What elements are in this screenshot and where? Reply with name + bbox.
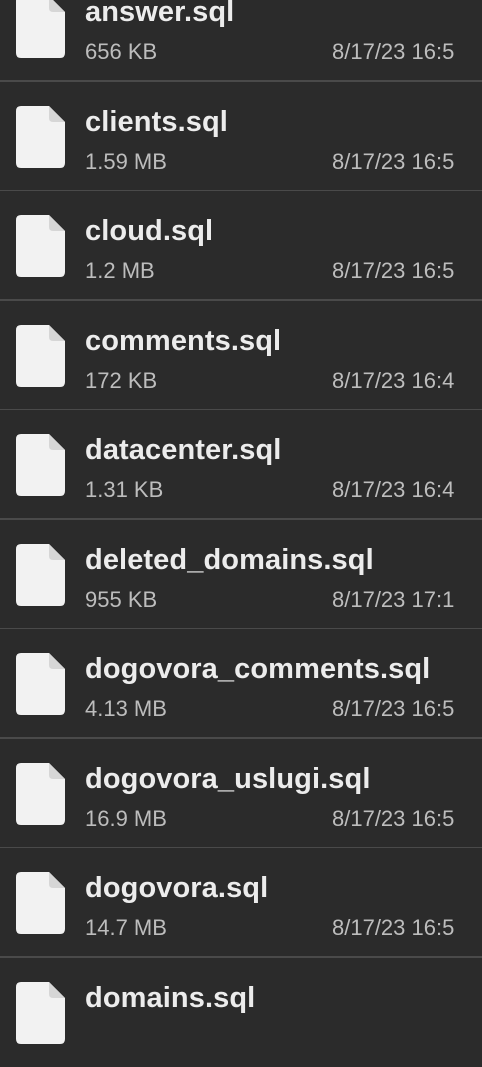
file-date: 8/17/23 16:4 [332, 477, 454, 503]
file-document-icon [16, 544, 65, 606]
file-name: dogovora_uslugi.sql [85, 763, 371, 796]
file-date: 8/17/23 17:1 [332, 587, 454, 613]
file-size: 955 KB [85, 587, 157, 613]
file-size: 14.7 MB [85, 915, 167, 941]
file-size: 656 KB [85, 39, 157, 65]
file-size: 1.59 MB [85, 149, 167, 175]
file-name: domains.sql [85, 982, 255, 1015]
file-row-dogovora-sql[interactable]: dogovora.sql 14.7 MB 8/17/23 16:5 [0, 848, 482, 958]
file-date: 8/17/23 16:5 [332, 696, 454, 722]
file-date: 8/17/23 16:5 [332, 258, 454, 284]
file-row-comments-sql[interactable]: comments.sql 172 KB 8/17/23 16:4 [0, 301, 482, 411]
file-document-icon [16, 653, 65, 715]
file-row-clients-sql[interactable]: clients.sql 1.59 MB 8/17/23 16:5 [0, 82, 482, 192]
file-name: answer.sql [85, 0, 234, 29]
file-document-icon [16, 325, 65, 387]
file-document-icon [16, 106, 65, 168]
file-date: 8/17/23 16:5 [332, 806, 454, 832]
file-document-icon [16, 434, 65, 496]
file-document-icon [16, 0, 65, 58]
file-date: 8/17/23 16:4 [332, 368, 454, 394]
file-row-domains-sql[interactable]: domains.sql [0, 958, 482, 1067]
file-date: 8/17/23 16:5 [332, 149, 454, 175]
file-row-dogovora-comments-sql[interactable]: dogovora_comments.sql 4.13 MB 8/17/23 16… [0, 629, 482, 739]
file-name: deleted_domains.sql [85, 544, 374, 577]
file-date: 8/17/23 16:5 [332, 39, 454, 65]
file-row-answer-sql[interactable]: answer.sql 656 KB 8/17/23 16:5 [0, 0, 482, 82]
file-row-datacenter-sql[interactable]: datacenter.sql 1.31 KB 8/17/23 16:4 [0, 410, 482, 520]
file-name: datacenter.sql [85, 434, 281, 467]
file-size: 172 KB [85, 368, 157, 394]
file-size: 1.31 KB [85, 477, 163, 503]
file-document-icon [16, 982, 65, 1044]
file-name: dogovora_comments.sql [85, 653, 430, 686]
file-row-dogovora-uslugi-sql[interactable]: dogovora_uslugi.sql 16.9 MB 8/17/23 16:5 [0, 739, 482, 849]
file-document-icon [16, 215, 65, 277]
file-size: 16.9 MB [85, 806, 167, 832]
file-name: clients.sql [85, 106, 228, 139]
file-document-icon [16, 872, 65, 934]
file-name: comments.sql [85, 325, 281, 358]
file-list: answer.sql 656 KB 8/17/23 16:5 clients.s… [0, 0, 482, 1067]
file-size: 1.2 MB [85, 258, 155, 284]
file-size: 4.13 MB [85, 696, 167, 722]
file-row-deleted-domains-sql[interactable]: deleted_domains.sql 955 KB 8/17/23 17:1 [0, 520, 482, 630]
file-name: cloud.sql [85, 215, 213, 248]
file-row-cloud-sql[interactable]: cloud.sql 1.2 MB 8/17/23 16:5 [0, 191, 482, 301]
file-date: 8/17/23 16:5 [332, 915, 454, 941]
file-document-icon [16, 763, 65, 825]
file-name: dogovora.sql [85, 872, 268, 905]
